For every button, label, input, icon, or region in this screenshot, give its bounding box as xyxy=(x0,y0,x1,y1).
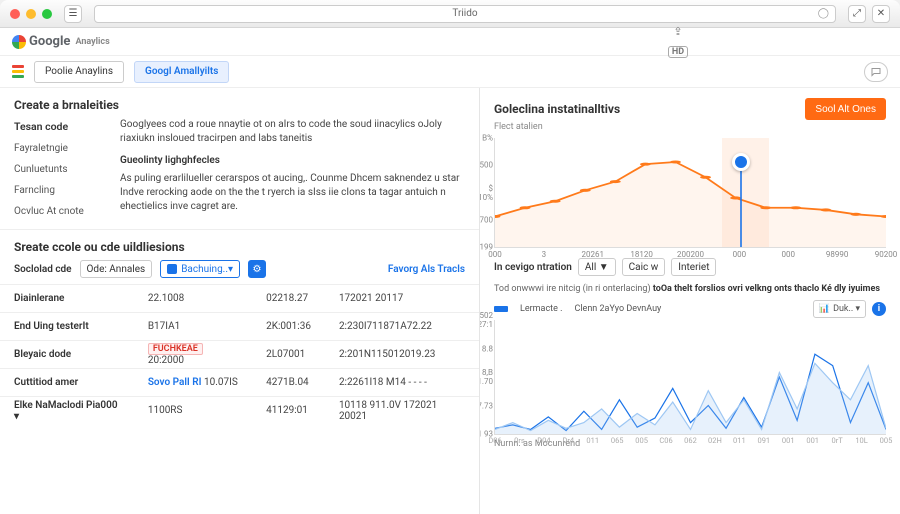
menu-color-icon xyxy=(12,65,24,78)
row-c2: 4271B.04 xyxy=(252,369,325,397)
row-c1: FUCHKEAE 20:2000 xyxy=(134,341,252,369)
description-p1: Googlyees cod a roue nnaytie ot on aIrs … xyxy=(120,118,465,146)
data-table: Diainlerane22.100802218.27172021 20117En… xyxy=(0,284,479,425)
zoom-window-icon[interactable] xyxy=(42,9,52,19)
row-c1: 22.1008 xyxy=(134,285,252,313)
share-icon[interactable]: ⇪ xyxy=(673,25,682,38)
brand-name: Google xyxy=(29,34,70,49)
row-c2: 41129:01 xyxy=(252,397,325,425)
row-c3: 10118 911.0V 172021 20021 xyxy=(325,397,479,425)
toolbar-label: Soclolad cde xyxy=(14,264,72,275)
legend-select[interactable]: 📊 Duk.. ▾ xyxy=(813,300,866,318)
legend-swatch-icon xyxy=(494,306,508,312)
brand-product: Anaylics xyxy=(75,37,109,47)
row-c2: 02218.27 xyxy=(252,285,325,313)
row-name: End Uing testerIt xyxy=(0,313,134,341)
table-row[interactable]: Cuttitiod amerSovo PalI RI 10.07IS4271B.… xyxy=(0,369,479,397)
bachuing-button[interactable]: Bachuing..▾ xyxy=(160,260,240,278)
row-name: Diainlerane xyxy=(0,285,134,313)
settings-gear-button[interactable]: ⚙ xyxy=(248,260,266,278)
seg-label: In cevigo ntration xyxy=(494,262,572,273)
check-icon xyxy=(167,264,177,274)
sidemenu-head: Tesan code xyxy=(14,118,106,135)
table-row[interactable]: End Uing testerItB17IA12K:001:362:230I71… xyxy=(0,313,479,341)
info-icon[interactable]: i xyxy=(872,302,886,316)
chart-legend: Lermacte . Clenn 2aYyo DevnAuy 📊 Duk.. ▾… xyxy=(480,296,900,318)
sidebar-toggle-icon[interactable]: ☰ xyxy=(64,5,82,23)
row-c3: 172021 20117 xyxy=(325,285,479,313)
side-menu: Tesan code Fayraletngie Cunluetunts Farn… xyxy=(14,118,106,219)
description-p2: As puling erarlilueller cerarspos ot auc… xyxy=(120,172,465,214)
seg-caicw[interactable]: Caic w xyxy=(622,258,666,276)
tab-poolie[interactable]: Poolie Anaylins xyxy=(34,61,124,83)
chart-note: Tod onwwwi ire nitcig (in ri onterlacing… xyxy=(480,280,900,296)
sool-button[interactable]: Sool Alt Ones xyxy=(805,98,886,120)
tab-label: Poolie Anaylins xyxy=(45,66,113,77)
row-c3: 2:201N115012019.23 xyxy=(325,341,479,369)
chart-bottom: 502 27:1110 8.88,B 11.703. 07.730.1 93 D… xyxy=(494,320,886,435)
right-panel: Goleclina instatinalltivs Sool Alt Ones … xyxy=(480,88,900,514)
expand-icon[interactable]: ⤢ xyxy=(848,5,866,23)
window-titlebar: ☰ Triido ◯ ⤢ ✕ xyxy=(0,0,900,28)
search-icon: ◯ xyxy=(818,8,829,19)
url-text: Triido xyxy=(452,8,477,19)
tab-googl[interactable]: Googl Amallyilts xyxy=(134,61,229,83)
description-subhead: Gueolinty lighghfecles xyxy=(120,154,465,168)
sidemenu-item[interactable]: Fayraletngie xyxy=(14,141,106,156)
left-panel: Create a brnaleities Tesan code Fayralet… xyxy=(0,88,480,514)
chat-icon[interactable] xyxy=(864,62,888,82)
table-toolbar: Soclolad cde Ode: Annales Bachuing..▾ ⚙ … xyxy=(0,260,479,284)
table-row[interactable]: Bleyaic dodeFUCHKEAE 20:20002L070012:201… xyxy=(0,341,479,369)
row-c1: Sovo PalI RI 10.07IS xyxy=(134,369,252,397)
row-name: Bleyaic dode xyxy=(0,341,134,369)
tab-label: Googl Amallyilts xyxy=(145,66,218,77)
minimize-window-icon[interactable] xyxy=(26,9,36,19)
ode-button[interactable]: Ode: Annales xyxy=(80,260,153,278)
close-tab-icon[interactable]: ✕ xyxy=(872,5,890,23)
favorg-link[interactable]: Favorg Als Tracls xyxy=(388,264,465,275)
row-name: Cuttitiod amer xyxy=(0,369,134,397)
table-header: Sreate ccole ou cde uildliesions xyxy=(0,230,479,260)
row-c2: 2K:001:36 xyxy=(252,313,325,341)
google-logo: Google Anaylics xyxy=(12,34,110,49)
cell-link[interactable]: Sovo PalI RI xyxy=(148,377,202,388)
table-row[interactable]: Diainlerane22.100802218.27172021 20117 xyxy=(0,285,479,313)
legend-label-2: Clenn 2aYyo DevnAuy xyxy=(575,304,662,314)
status-badge: FUCHKEAE xyxy=(148,343,203,355)
panel-title: Goleclina instatinalltivs xyxy=(494,102,620,116)
panel-sublabel: Flect atalien xyxy=(480,122,900,136)
row-c1: B17IA1 xyxy=(134,313,252,341)
brand-bar: Google Anaylics ⇪ HD xyxy=(0,28,900,56)
google-g-icon xyxy=(12,35,26,49)
seg-interiet[interactable]: Interiet xyxy=(671,258,716,276)
traffic-lights xyxy=(10,9,52,19)
tab-bar: Poolie Anaylins Googl Amallyilts xyxy=(0,56,900,88)
row-c3: 2:230I711871A72.22 xyxy=(325,313,479,341)
row-c1: 1100RS xyxy=(134,397,252,425)
sidemenu-item[interactable]: Ocvluc At cnote xyxy=(14,204,106,219)
url-bar[interactable]: Triido ◯ xyxy=(94,5,836,23)
chart-top: $ 1.0.Y B%$ 0.2500$ 1.028.10%0.3.0700199… xyxy=(494,138,886,248)
close-window-icon[interactable] xyxy=(10,9,20,19)
table-row[interactable]: Elke NaMaclodi Pia000 ▾1100RS41129:01101… xyxy=(0,397,479,425)
sidemenu-item[interactable]: Farncling xyxy=(14,183,106,198)
row-c3: 2:2261I18 M14 - - - - xyxy=(325,369,479,397)
description-block: Googlyees cod a roue nnaytie ot on aIrs … xyxy=(120,118,465,219)
sidemenu-item[interactable]: Cunluetunts xyxy=(14,162,106,177)
seg-all[interactable]: All ▼ xyxy=(578,258,616,276)
chart-marker-icon[interactable] xyxy=(732,153,750,171)
create-header: Create a brnaleities xyxy=(0,88,479,118)
legend-label-1: Lermacte . xyxy=(520,304,563,314)
row-c2: 2L07001 xyxy=(252,341,325,369)
row-name: Elke NaMaclodi Pia000 ▾ xyxy=(0,397,134,425)
